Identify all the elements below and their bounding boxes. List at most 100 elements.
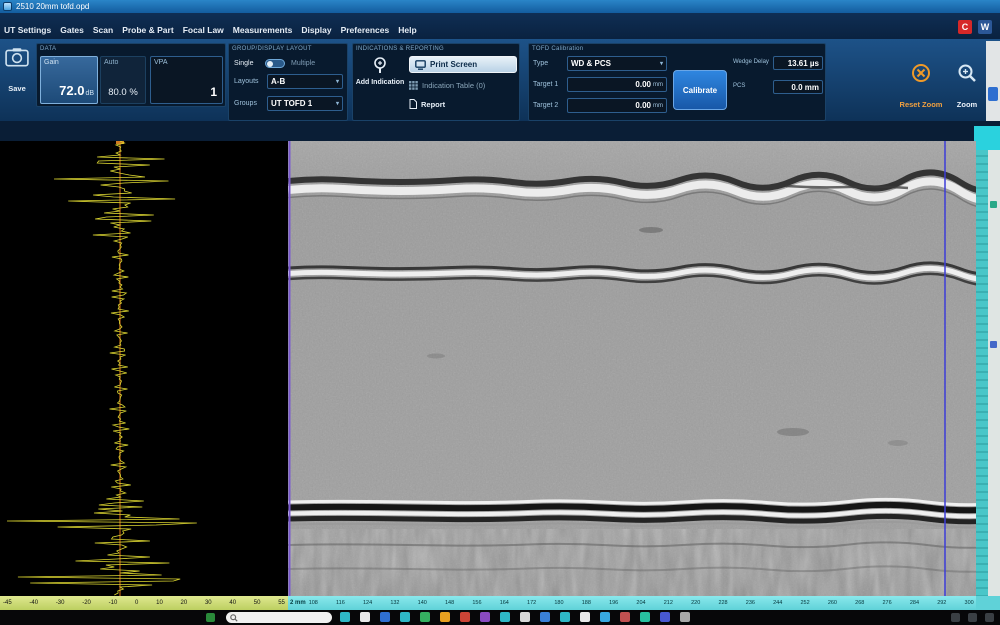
single-multiple-toggle[interactable] [265,59,285,68]
target2-value: 0.00 [635,101,651,110]
reset-zoom-icon [911,63,931,83]
indications-panel: INDICATIONS & REPORTING Add Indication P… [352,43,520,121]
taskbar-icon[interactable] [620,612,630,622]
menu-item[interactable]: Help [398,25,416,35]
calibrate-button[interactable]: Calibrate [673,70,727,110]
background-app-icon[interactable]: C [958,20,972,34]
scan-tick: 252 [800,600,809,606]
taskbar-icon[interactable] [520,612,530,622]
type-dropdown[interactable]: WD & PCS [567,56,667,71]
taskbar-icon[interactable] [660,612,670,622]
pcs-field[interactable]: 0.0 mm [773,80,823,94]
amplitude-tick: 50 [254,600,261,606]
single-label: Single [234,60,253,67]
save-button[interactable]: Save [2,47,32,93]
add-indication-button[interactable]: Add Indication [355,56,405,88]
layouts-dropdown[interactable]: A-B [267,74,343,89]
tofd-view[interactable] [288,141,976,596]
reset-zoom-label: Reset Zoom [898,100,944,109]
wedge-delay-label: Wedge Delay [733,59,769,65]
report-button[interactable]: Report [409,99,445,109]
menu-item[interactable]: Gates [60,25,84,35]
type-value: WD & PCS [571,59,611,68]
wedge-delay-field[interactable]: 13.61 µs [773,56,823,70]
vpa-label: VPA [154,59,219,66]
scan-tick: 204 [636,600,645,606]
menu-item[interactable]: Scan [93,25,113,35]
scan-tick: 116 [336,600,345,606]
scan-tick: 108 [309,600,318,606]
amplitude-tick: 10 [156,600,163,606]
menu-item[interactable]: UT Settings [4,25,51,35]
taskbar-icon[interactable] [580,612,590,622]
vpa-value: 1 [210,85,217,99]
pcs-value: 0.0 mm [791,83,819,92]
zoom-button[interactable]: Zoom [948,63,986,109]
taskbar-icon[interactable] [540,612,550,622]
amplitude-tick: 0 [135,600,138,606]
taskbar-icon[interactable] [460,612,470,622]
scan-axis-unit: 2 mm [290,600,306,606]
menu-item[interactable]: Probe & Part [122,25,174,35]
taskbar-icon[interactable] [680,612,690,622]
amplitude-tick: -30 [56,600,65,606]
taskbar-icon[interactable] [600,612,610,622]
taskbar-search-box[interactable] [226,612,332,623]
taskbar-app-icon[interactable] [206,613,215,622]
taskbar-icon[interactable] [560,612,570,622]
multiple-label: Multiple [291,60,315,67]
vpa-field[interactable]: VPA 1 [150,56,223,104]
right-cyan-header [976,141,1000,150]
ribbon-gap-strip [0,121,1000,141]
scan-tick: 132 [390,600,399,606]
amplitude-tick: -45 [3,600,12,606]
chevron-down-icon [336,100,339,107]
taskbar-icon[interactable] [420,612,430,622]
ascan-view[interactable] [0,141,288,596]
rulers-row: -45-40-30-20-100102030405055 2 mm 108116… [0,596,1000,610]
groups-label: Groups [234,100,257,107]
target2-field[interactable]: 0.00mm [567,98,667,113]
gain-field[interactable]: Gain 72.0dB [40,56,98,104]
report-label: Report [421,100,445,109]
taskbar-icon[interactable] [640,612,650,622]
depth-scrollbar[interactable] [976,141,988,596]
scan-tick: 228 [718,600,727,606]
menu-item[interactable]: Preferences [341,25,390,35]
taskbar-icon[interactable] [380,612,390,622]
tray-icon[interactable] [985,613,994,622]
layouts-value: A-B [271,77,285,86]
indication-table-button[interactable]: Indication Table (0) [409,81,485,90]
magnifier-icon [957,63,977,83]
taskbar-icon[interactable] [480,612,490,622]
amplitude-tick: 20 [181,600,188,606]
taskbar-icon[interactable] [340,612,350,622]
taskbar-icon[interactable] [360,612,370,622]
target1-field[interactable]: 0.00mm [567,77,667,92]
target1-value: 0.00 [635,80,651,89]
background-app-icon[interactable]: W [978,20,992,34]
scan-tick: 292 [937,600,946,606]
scan-tick: 148 [445,600,454,606]
scan-tick: 140 [418,600,427,606]
scan-tick: 220 [691,600,700,606]
window-app-icons: CW [958,20,992,34]
taskbar-icon[interactable] [440,612,450,622]
menu-item[interactable]: Focal Law [183,25,224,35]
layout-panel: GROUP/DISPLAY LAYOUT Single Multiple Lay… [228,43,348,121]
amplitude-tick: -10 [109,600,118,606]
reset-zoom-button[interactable]: Reset Zoom [898,63,944,109]
chevron-down-icon [660,60,663,67]
groups-dropdown[interactable]: UT TOFD 1 [267,96,343,111]
auto-gain-field[interactable]: Auto 80.0 % [100,56,146,104]
tray-icon[interactable] [951,613,960,622]
print-screen-button[interactable]: Print Screen [409,56,517,73]
tofd-panel-header: TOFD Calibration [529,44,825,52]
taskbar-icon[interactable] [500,612,510,622]
tray-icon[interactable] [968,613,977,622]
menu-item[interactable]: Display [301,25,331,35]
scan-tick: 164 [500,600,509,606]
windows-taskbar [0,610,1000,625]
menu-item[interactable]: Measurements [233,25,293,35]
taskbar-icon[interactable] [400,612,410,622]
